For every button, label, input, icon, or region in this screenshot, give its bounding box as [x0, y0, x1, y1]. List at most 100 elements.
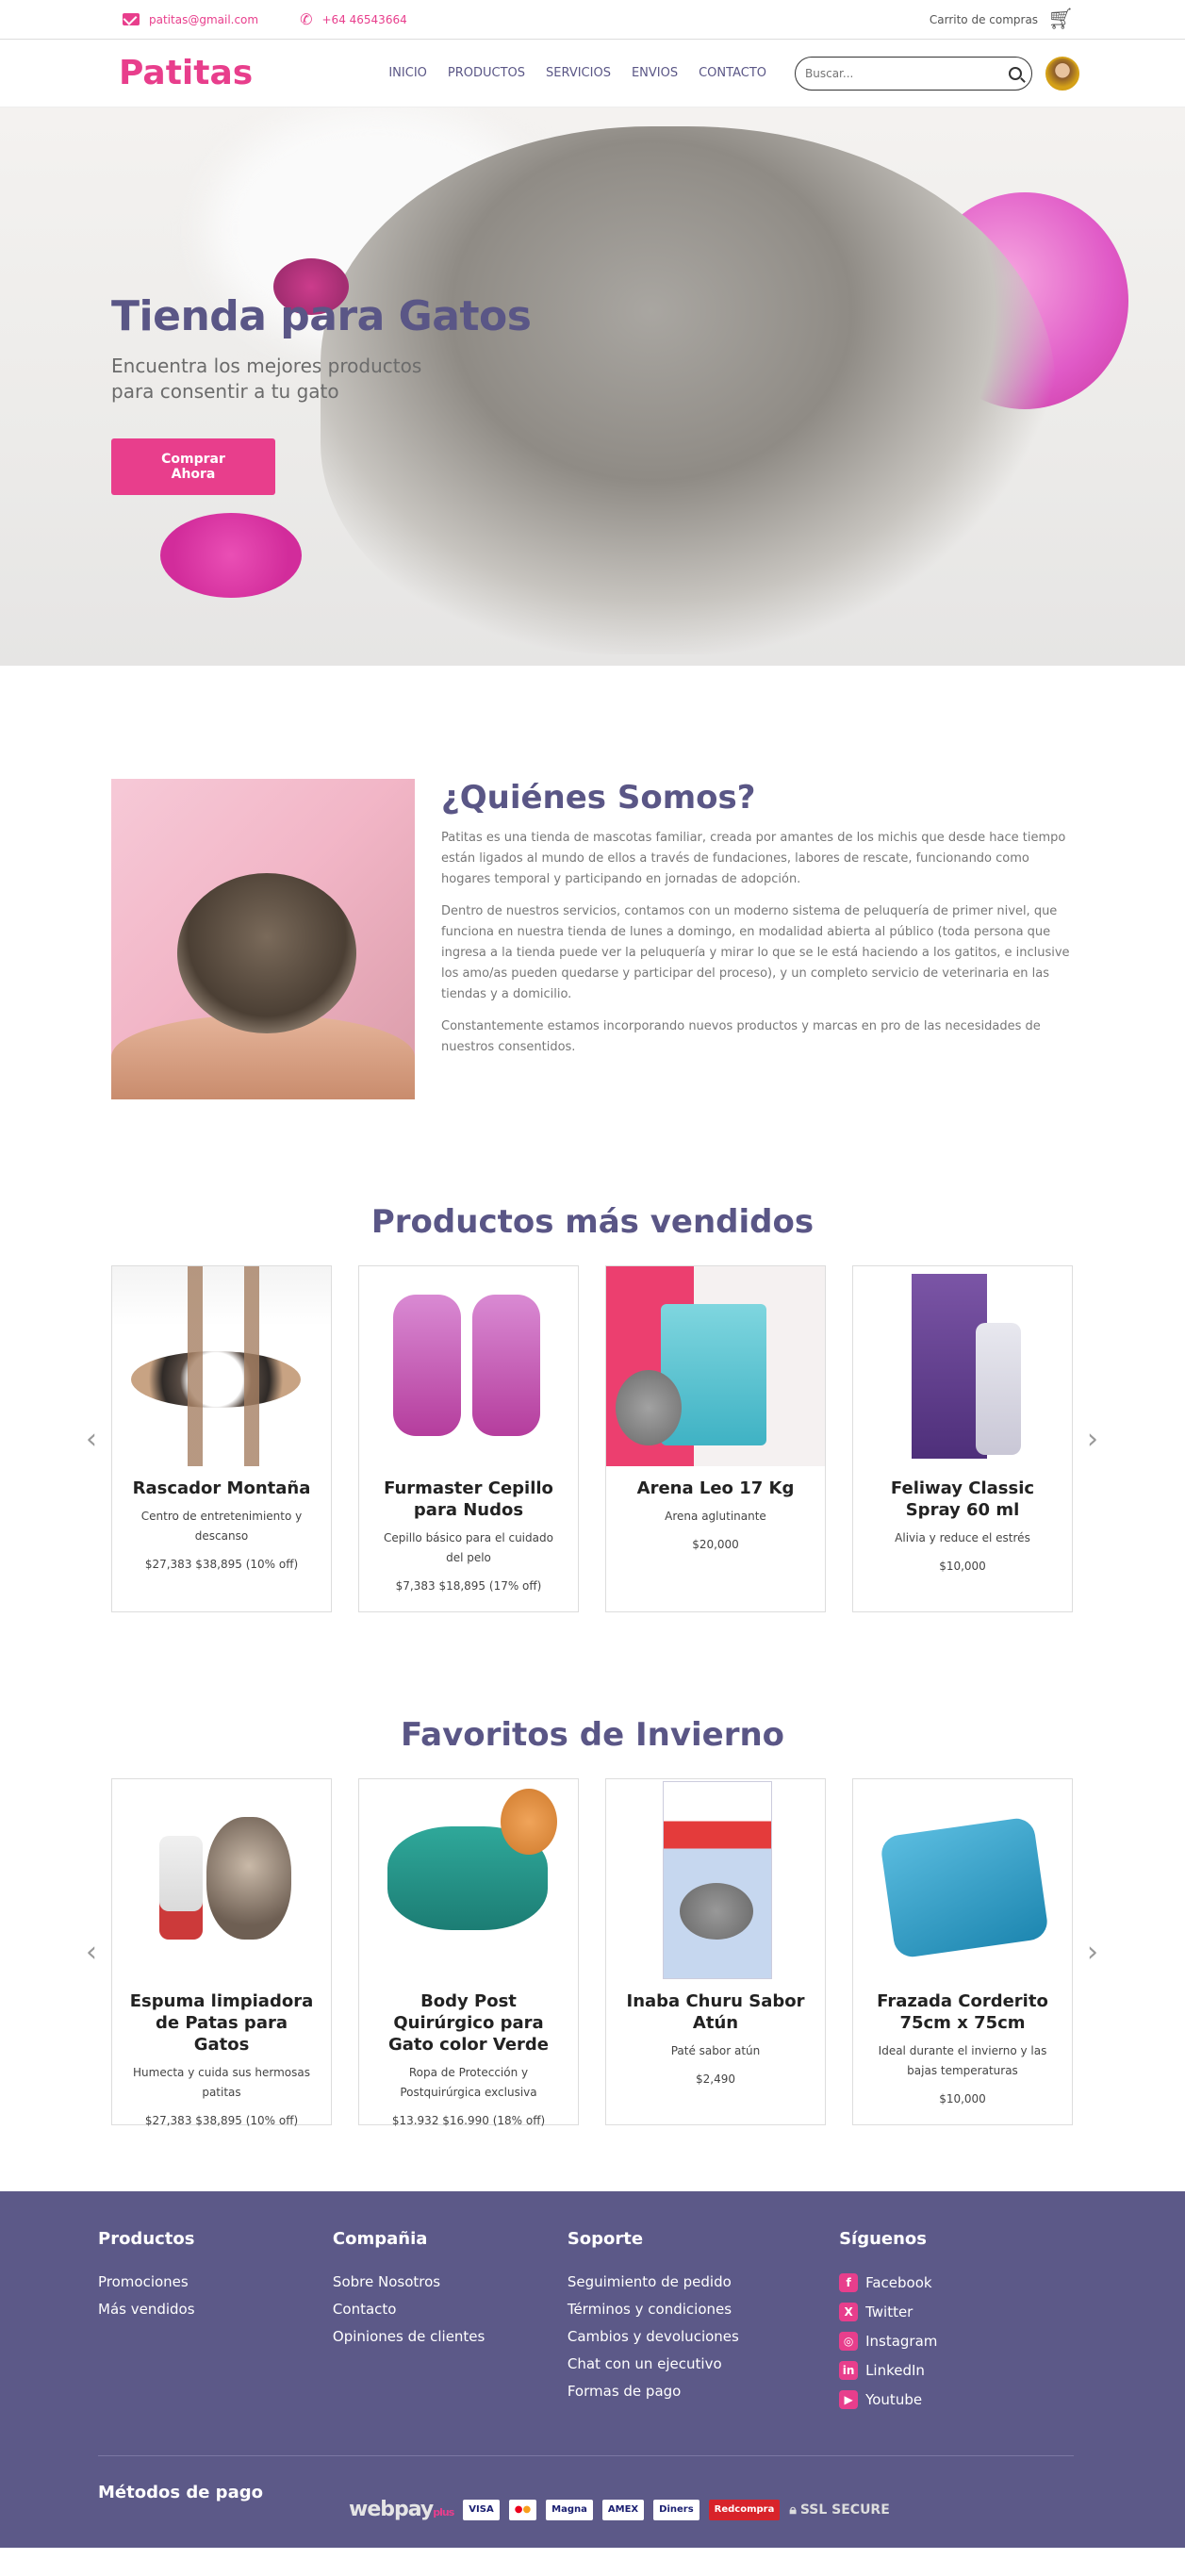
product-price: $13.932 $16.990 (18% off) [391, 2114, 546, 2127]
product-image[interactable] [853, 1266, 1072, 1466]
instagram-icon: ◎ [839, 2332, 859, 2351]
product-description: Humecta y cuida sus hermosas patitas [133, 2066, 310, 2099]
search-box [795, 56, 1032, 91]
main-nav: INICIO PRODUCTOS SERVICIOS ENVIOS CONTAC… [388, 66, 766, 80]
payment-logos: webpayplus VISA ●● Magna AMEX Diners Red… [349, 2498, 890, 2521]
carousel-next-icon[interactable]: › [1073, 1936, 1112, 1969]
product-description: Centro de entretenimiento y descanso [140, 1510, 303, 1543]
top-bar: patitas@gmail.com ✆ +64 46543664 Carrito… [0, 0, 1185, 40]
about-text: ¿Quiénes Somos? Patitas es una tienda de… [441, 779, 1074, 1099]
nav-contacto[interactable]: CONTACTO [699, 66, 766, 80]
cart-label[interactable]: Carrito de compras [930, 13, 1038, 26]
search-icon[interactable] [1009, 66, 1022, 80]
youtube-icon: ▶ [839, 2390, 859, 2409]
product-image[interactable] [359, 1779, 578, 1979]
footer-divider [98, 2455, 1074, 2456]
product-card[interactable]: Rascador Montaña Centro de entretenimien… [111, 1265, 332, 1612]
redcompra-logo: Redcompra [708, 2499, 781, 2520]
search-input[interactable] [805, 66, 1009, 80]
product-image[interactable] [853, 1779, 1072, 1979]
linkedin-icon: in [839, 2361, 859, 2380]
product-name[interactable]: Furmaster Cepillo para Nudos [372, 1478, 565, 1521]
shop-now-button[interactable]: Comprar Ahora [111, 438, 275, 495]
carousel-next-icon[interactable]: › [1073, 1423, 1112, 1456]
product-card[interactable]: Feliway Classic Spray 60 ml Alivia y red… [852, 1265, 1073, 1612]
product-image[interactable] [112, 1779, 331, 1979]
product-image[interactable] [112, 1266, 331, 1466]
footer-link[interactable]: Más vendidos [98, 2301, 333, 2318]
product-card[interactable]: Arena Leo 17 Kg Arena aglutinante $20,00… [605, 1265, 826, 1612]
footer-link[interactable]: Promociones [98, 2273, 333, 2290]
about-paragraph: Dentro de nuestros servicios, contamos c… [441, 904, 1070, 1001]
phone-text[interactable]: +64 46543664 [322, 13, 407, 26]
winter-favorites-section: Favoritos de Invierno ‹ Espuma limpiador… [0, 1612, 1185, 2127]
cart-link[interactable]: Carrito de compras 🛒︎ [930, 8, 1074, 31]
product-price: $7,383 $18,895 (17% off) [395, 1579, 542, 1593]
product-image[interactable] [606, 1779, 825, 1979]
product-card[interactable]: Body Post Quirúrgico para Gato color Ver… [358, 1778, 579, 2127]
carousel-prev-icon[interactable]: ‹ [72, 1423, 111, 1456]
payment-title: Métodos de pago [98, 2483, 263, 2502]
bestsellers-title: Productos más vendidos [370, 1203, 815, 1241]
product-name[interactable]: Rascador Montaña [125, 1478, 318, 1499]
footer-link[interactable]: Cambios y devoluciones [568, 2328, 839, 2345]
product-description: Arena aglutinante [665, 1510, 766, 1523]
logo[interactable]: Patitas [119, 54, 253, 92]
hero-subtitle: Encuentra los mejores productos para con… [111, 355, 422, 403]
about-section: ¿Quiénes Somos? Patitas es una tienda de… [0, 666, 1185, 1099]
product-description: Cepillo básico para el cuidado del pelo [384, 1531, 553, 1564]
product-card[interactable]: Inaba Churu Sabor Atún Paté sabor atún $… [605, 1778, 826, 2125]
product-card[interactable]: Furmaster Cepillo para Nudos Cepillo bás… [358, 1265, 579, 1612]
product-price: $10,000 [939, 1560, 986, 1573]
lock-icon: 🔒︎ [789, 2502, 797, 2518]
product-card[interactable]: Frazada Corderito 75cm x 75cm Ideal dura… [852, 1778, 1073, 2125]
footer-link[interactable]: Términos y condiciones [568, 2301, 839, 2318]
social-label[interactable]: Twitter [865, 2304, 913, 2320]
phone-contact[interactable]: ✆ +64 46543664 [300, 10, 407, 28]
about-kitten-image [111, 779, 415, 1099]
nav-envios[interactable]: ENVIOS [632, 66, 678, 80]
footer-link[interactable]: Opiniones de clientes [333, 2328, 568, 2345]
nav-servicios[interactable]: SERVICIOS [546, 66, 611, 80]
social-link-instagram[interactable]: ◎ Instagram [839, 2332, 1074, 2351]
nav-inicio[interactable]: INICIO [388, 66, 427, 80]
product-description: Paté sabor atún [670, 2044, 761, 2057]
email-contact[interactable]: patitas@gmail.com [123, 13, 258, 26]
footer-link[interactable]: Formas de pago [568, 2383, 839, 2400]
nav-productos[interactable]: PRODUCTOS [448, 66, 525, 80]
footer-link[interactable]: Sobre Nosotros [333, 2273, 568, 2290]
product-name[interactable]: Arena Leo 17 Kg [619, 1478, 812, 1499]
social-label[interactable]: Instagram [865, 2333, 937, 2350]
social-link-facebook[interactable]: f Facebook [839, 2273, 1074, 2292]
product-description: Ideal durante el invierno y las bajas te… [878, 2044, 1047, 2077]
product-name[interactable]: Espuma limpiadora de Patas para Gatos [125, 1990, 318, 2056]
cart-icon[interactable]: 🛒︎ [1047, 8, 1074, 31]
facebook-icon: f [839, 2273, 859, 2292]
mastercard-logo: ●● [508, 2499, 537, 2520]
social-link-twitter[interactable]: X Twitter [839, 2303, 1074, 2321]
product-image[interactable] [606, 1266, 825, 1466]
social-label[interactable]: LinkedIn [865, 2362, 925, 2379]
footer-link[interactable]: Contacto [333, 2301, 568, 2318]
footer-heading: Soporte [567, 2229, 644, 2249]
product-price: $27,383 $38,895 (10% off) [144, 2114, 299, 2127]
product-name[interactable]: Body Post Quirúrgico para Gato color Ver… [372, 1990, 565, 2056]
email-text[interactable]: patitas@gmail.com [149, 13, 258, 26]
product-name[interactable]: Inaba Churu Sabor Atún [619, 1990, 812, 2034]
hero-banner: Tienda para Gatos Encuentra los mejores … [0, 107, 1185, 666]
product-name[interactable]: Frazada Corderito 75cm x 75cm [866, 1990, 1059, 2034]
avatar[interactable] [1045, 56, 1079, 91]
footer-link[interactable]: Chat con un ejecutivo [568, 2355, 839, 2372]
social-label[interactable]: Facebook [865, 2274, 931, 2291]
main-header: Patitas INICIO PRODUCTOS SERVICIOS ENVIO… [0, 40, 1185, 107]
footer-column-social: Síguenos f Facebook X Twitter ◎ Instagra… [839, 2229, 1074, 2419]
hero-text: Tienda para Gatos Encuentra los mejores … [111, 292, 532, 495]
product-card[interactable]: Espuma limpiadora de Patas para Gatos Hu… [111, 1778, 332, 2127]
carousel-prev-icon[interactable]: ‹ [72, 1936, 111, 1969]
social-label[interactable]: Youtube [865, 2391, 922, 2408]
social-link-linkedin[interactable]: in LinkedIn [839, 2361, 1074, 2380]
footer-link[interactable]: Seguimiento de pedido [568, 2273, 839, 2290]
product-image[interactable] [359, 1266, 578, 1466]
social-link-youtube[interactable]: ▶ Youtube [839, 2390, 1074, 2409]
product-name[interactable]: Feliway Classic Spray 60 ml [866, 1478, 1059, 1521]
